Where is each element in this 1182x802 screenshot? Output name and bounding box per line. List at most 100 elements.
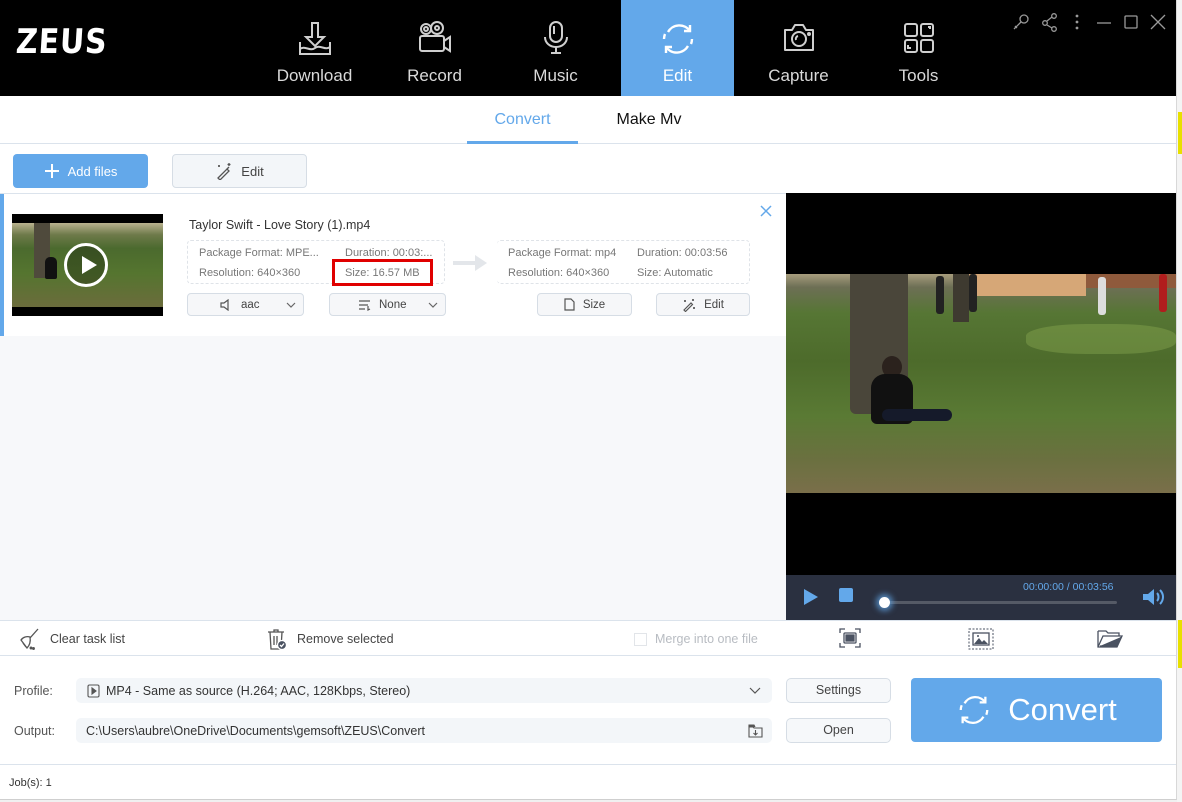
stop-icon[interactable] (839, 588, 853, 602)
subtitle-value: None (379, 298, 407, 311)
nav-capture-label: Capture (768, 66, 829, 85)
nav-capture[interactable]: Capture (742, 0, 855, 96)
minimize-icon (1097, 22, 1111, 24)
task-list: Taylor Swift - Love Story (1).mp4 Packag… (0, 193, 786, 620)
convert-button-label: Convert (1008, 692, 1117, 727)
chevron-down-icon (749, 687, 761, 694)
more-icon (1075, 14, 1079, 30)
audio-track-select[interactable]: aac (187, 293, 304, 316)
file-name: Taylor Swift - Love Story (1).mp4 (189, 218, 371, 232)
speaker-icon (220, 298, 229, 311)
target-info-box: Package Format: mp4 Duration: 00:03:56 R… (497, 240, 750, 284)
target-resolution: Resolution: 640×360 (508, 267, 610, 279)
arrow-right-icon (453, 255, 487, 271)
video-camera-icon (418, 21, 451, 53)
key-icon (1013, 14, 1029, 30)
jobs-count: Job(s): 1 (9, 777, 52, 789)
key-button[interactable] (1011, 12, 1031, 32)
remove-item-icon[interactable] (759, 204, 773, 218)
video-thumbnail[interactable] (12, 214, 163, 316)
nav-record[interactable]: Record (378, 0, 491, 96)
nav-download[interactable]: Download (258, 0, 371, 96)
nav-edit-label: Edit (662, 66, 693, 85)
time-display: 00:00:00 / 00:03:56 (1023, 581, 1114, 593)
tab-make-mv[interactable]: Make Mv (596, 96, 702, 144)
plus-icon (44, 164, 59, 178)
target-duration: Duration: 00:03:56 (637, 247, 728, 259)
app-logo: ZEUS (14, 22, 109, 62)
merge-label: Merge into one file (655, 632, 758, 646)
status-bar: Job(s): 1 (0, 764, 1176, 799)
tab-convert[interactable]: Convert (467, 96, 578, 144)
task-list-item[interactable]: Taylor Swift - Love Story (1).mp4 Packag… (0, 194, 786, 336)
output-path-field[interactable]: C:\Users\aubre\OneDrive\Documents\gemsof… (76, 718, 772, 743)
magic-wand-icon (683, 298, 696, 312)
snapshot-icon[interactable] (968, 628, 994, 650)
size-button[interactable]: Size (537, 293, 632, 316)
add-files-button[interactable]: Add files (13, 154, 148, 188)
close-button[interactable] (1148, 12, 1168, 32)
output-settings-panel: Profile: MP4 - Same as source (H.264; AA… (0, 656, 1176, 764)
top-navigation-bar: ZEUS Download Record Music Edit Capture … (0, 0, 1176, 96)
convert-button[interactable]: Convert (911, 678, 1162, 742)
clear-task-list-button[interactable]: Clear task list (18, 621, 125, 657)
nav-tools[interactable]: Tools (862, 0, 975, 96)
chevron-down-icon (428, 302, 438, 308)
profile-value: MP4 - Same as source (H.264; AAC, 128Kbp… (106, 683, 411, 698)
subtabs-bar: Convert Make Mv (0, 96, 1176, 144)
seek-handle[interactable] (879, 597, 890, 608)
volume-icon[interactable] (1142, 587, 1166, 607)
share-button[interactable] (1040, 12, 1060, 32)
chevron-down-icon (286, 302, 296, 308)
fullscreen-icon[interactable] (839, 628, 861, 648)
seek-bar[interactable] (883, 601, 1117, 604)
subtitle-select[interactable]: None (329, 293, 446, 316)
tools-grid-icon (903, 23, 934, 53)
camera-icon (783, 24, 814, 51)
list-actions-bar: Clear task list Remove selected Merge in… (0, 620, 786, 656)
settings-button[interactable]: Settings (786, 678, 891, 703)
magic-wand-icon (217, 163, 231, 180)
output-path-value: C:\Users\aubre\OneDrive\Documents\gemsof… (86, 723, 426, 738)
size-highlight-box (332, 259, 433, 286)
file-icon (564, 298, 575, 311)
download-icon (298, 22, 331, 55)
play-thumbnail-button[interactable] (64, 243, 108, 287)
maximize-icon (1124, 15, 1138, 29)
open-folder-icon[interactable] (1097, 628, 1123, 648)
remove-selected-button[interactable]: Remove selected (265, 621, 394, 657)
profile-select[interactable]: MP4 - Same as source (H.264; AAC, 128Kbp… (76, 678, 772, 703)
source-package-format: Package Format: MPE... (199, 247, 319, 259)
target-size: Size: Automatic (637, 267, 713, 279)
target-package-format: Package Format: mp4 (508, 247, 617, 259)
size-button-label: Size (582, 298, 606, 311)
source-resolution: Resolution: 640×360 (199, 267, 301, 279)
merge-into-one-file[interactable]: Merge into one file (634, 621, 758, 657)
app-window: ZEUS Download Record Music Edit Capture … (0, 0, 1177, 800)
more-button[interactable] (1067, 12, 1087, 32)
nav-download-label: Download (276, 66, 353, 85)
background-window-edge (1177, 0, 1182, 802)
profile-label: Profile: (14, 684, 53, 698)
remove-selected-label: Remove selected (297, 632, 394, 646)
edit-button-label: Edit (241, 163, 264, 179)
video-frame (786, 274, 1176, 493)
folder-download-icon[interactable] (748, 723, 763, 738)
nav-music[interactable]: Music (499, 0, 612, 96)
video-preview[interactable] (786, 193, 1176, 575)
open-button[interactable]: Open (786, 718, 891, 743)
audio-track-value: aac (241, 298, 260, 311)
minimize-button[interactable] (1094, 12, 1114, 32)
play-icon[interactable] (803, 588, 819, 606)
merge-checkbox[interactable] (634, 632, 647, 646)
nav-music-label: Music (533, 66, 578, 85)
output-label: Output: (14, 724, 55, 738)
broom-icon (20, 628, 39, 650)
nav-edit[interactable]: Edit (621, 0, 734, 96)
preview-tools-bar (786, 620, 1176, 656)
item-edit-button[interactable]: Edit (656, 293, 750, 316)
player-controls: 00:00:00 / 00:03:56 (786, 575, 1176, 620)
trash-icon (268, 629, 288, 651)
edit-button[interactable]: Edit (172, 154, 307, 188)
maximize-button[interactable] (1121, 12, 1141, 32)
